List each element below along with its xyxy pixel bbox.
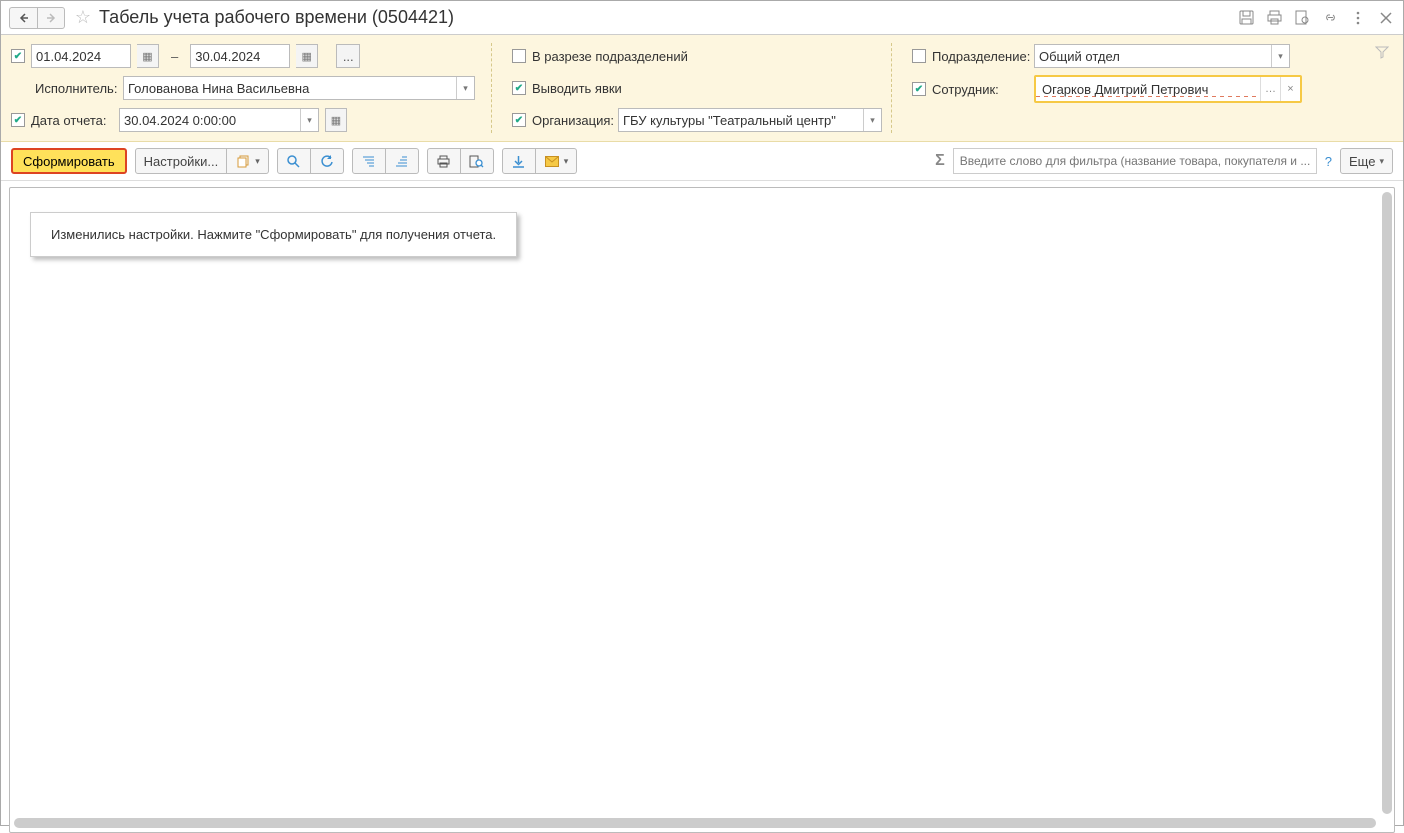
emp-select-button[interactable]: … [1260,77,1280,101]
date-range-dash: – [165,49,184,64]
report-date-label: Дата отчета: [31,113,113,128]
email-button[interactable]: ▾ [536,148,578,174]
dropdown-icon[interactable]: ▾ [300,109,318,131]
show-attendance-label: Выводить явки [532,81,622,96]
info-message: Изменились настройки. Нажмите "Сформиров… [30,212,517,257]
mail-icon [544,156,560,167]
save-icon[interactable] [1237,9,1255,27]
vertical-scrollbar[interactable] [1382,192,1392,814]
calendar-icon: ▦ [331,114,341,127]
filter-input[interactable] [953,148,1317,174]
find-button[interactable] [277,148,311,174]
arrow-right-icon [46,13,56,23]
report-date-value: 30.04.2024 0:00:00 [124,113,236,128]
search-icon [286,155,302,168]
print-button[interactable] [427,148,461,174]
emp-input[interactable] [1036,82,1260,97]
export-button[interactable] [502,148,536,174]
period-checkbox[interactable] [11,49,25,63]
performer-label: Исполнитель: [35,81,117,96]
chevron-down-icon: ▾ [255,156,260,167]
page-title: Табель учета рабочего времени (0504421) [99,7,1237,28]
toolbar: Сформировать Настройки... ▾ [1,142,1403,181]
calendar-icon: ▦ [142,50,152,63]
link-icon[interactable] [1321,9,1339,27]
nav-forward-button[interactable] [37,7,65,29]
org-value: ГБУ культуры "Театральный центр" [623,113,836,128]
help-icon[interactable]: ? [1325,154,1332,169]
settings-button[interactable]: Настройки... [135,148,228,174]
collapse-icon [394,155,410,168]
emp-checkbox[interactable] [912,82,926,96]
show-attendance-checkbox[interactable] [512,81,526,95]
arrow-left-icon [19,13,29,23]
report-date-picker-button[interactable]: ▦ [325,108,347,132]
report-area: Изменились настройки. Нажмите "Сформиров… [9,187,1395,833]
refresh-button[interactable] [311,148,344,174]
report-date-checkbox[interactable] [11,113,25,127]
chevron-down-icon: ▾ [564,156,569,167]
expand-all-button[interactable] [352,148,386,174]
horizontal-scrollbar[interactable] [14,818,1376,828]
close-icon[interactable] [1377,9,1395,27]
more-menu-icon[interactable] [1349,9,1367,27]
expand-icon [361,155,377,168]
info-message-text: Изменились настройки. Нажмите "Сформиров… [51,227,496,242]
date-from-picker-button[interactable]: ▦ [137,44,159,68]
date-from-input[interactable]: 01.04.2024 [31,44,131,68]
emp-input-wrap: … × [1034,75,1302,103]
copy-icon [235,155,251,168]
period-more-button[interactable]: ... [336,44,360,68]
dept-label: Подразделение: [932,49,1028,64]
emp-clear-button[interactable]: × [1280,77,1300,101]
chevron-down-icon: ▾ [1379,156,1384,167]
download-icon [511,155,527,168]
print-preview-icon [469,155,485,168]
filter-panel: 01.04.2024 ▦ – 30.04.2024 ▦ ... Исполнит… [1,35,1403,142]
performer-value: Голованова Нина Васильевна [128,81,309,96]
print-icon[interactable] [1265,9,1283,27]
sigma-icon[interactable]: Σ [935,152,945,170]
split-dept-label: В разрезе подразделений [532,49,688,64]
filter-funnel-icon[interactable] [1375,45,1389,59]
org-checkbox[interactable] [512,113,526,127]
dept-checkbox[interactable] [912,49,926,63]
title-bar: ☆ Табель учета рабочего времени (0504421… [1,1,1403,35]
refresh-icon [319,155,335,168]
favorite-star-icon[interactable]: ☆ [73,7,93,28]
more-button[interactable]: Еще▾ [1340,148,1393,174]
org-label: Организация: [532,113,612,128]
settings-variants-button[interactable]: ▾ [227,148,269,174]
report-date-input[interactable]: 30.04.2024 0:00:00 ▾ [119,108,319,132]
performer-combo[interactable]: Голованова Нина Васильевна ▾ [123,76,475,100]
org-combo[interactable]: ГБУ культуры "Театральный центр" ▾ [618,108,882,132]
dept-value: Общий отдел [1039,49,1120,64]
split-dept-checkbox[interactable] [512,49,526,63]
print-icon [436,155,452,168]
date-to-input[interactable]: 30.04.2024 [190,44,290,68]
dropdown-icon[interactable]: ▾ [456,77,474,99]
emp-label: Сотрудник: [932,82,1028,97]
dept-combo[interactable]: Общий отдел ▾ [1034,44,1290,68]
dropdown-icon[interactable]: ▾ [863,109,881,131]
print-preview-button[interactable] [461,148,494,174]
preview-icon[interactable] [1293,9,1311,27]
nav-back-button[interactable] [9,7,37,29]
generate-button[interactable]: Сформировать [11,148,127,174]
date-to-picker-button[interactable]: ▦ [296,44,318,68]
dropdown-icon[interactable]: ▾ [1271,45,1289,67]
collapse-all-button[interactable] [386,148,419,174]
calendar-icon: ▦ [302,50,312,63]
